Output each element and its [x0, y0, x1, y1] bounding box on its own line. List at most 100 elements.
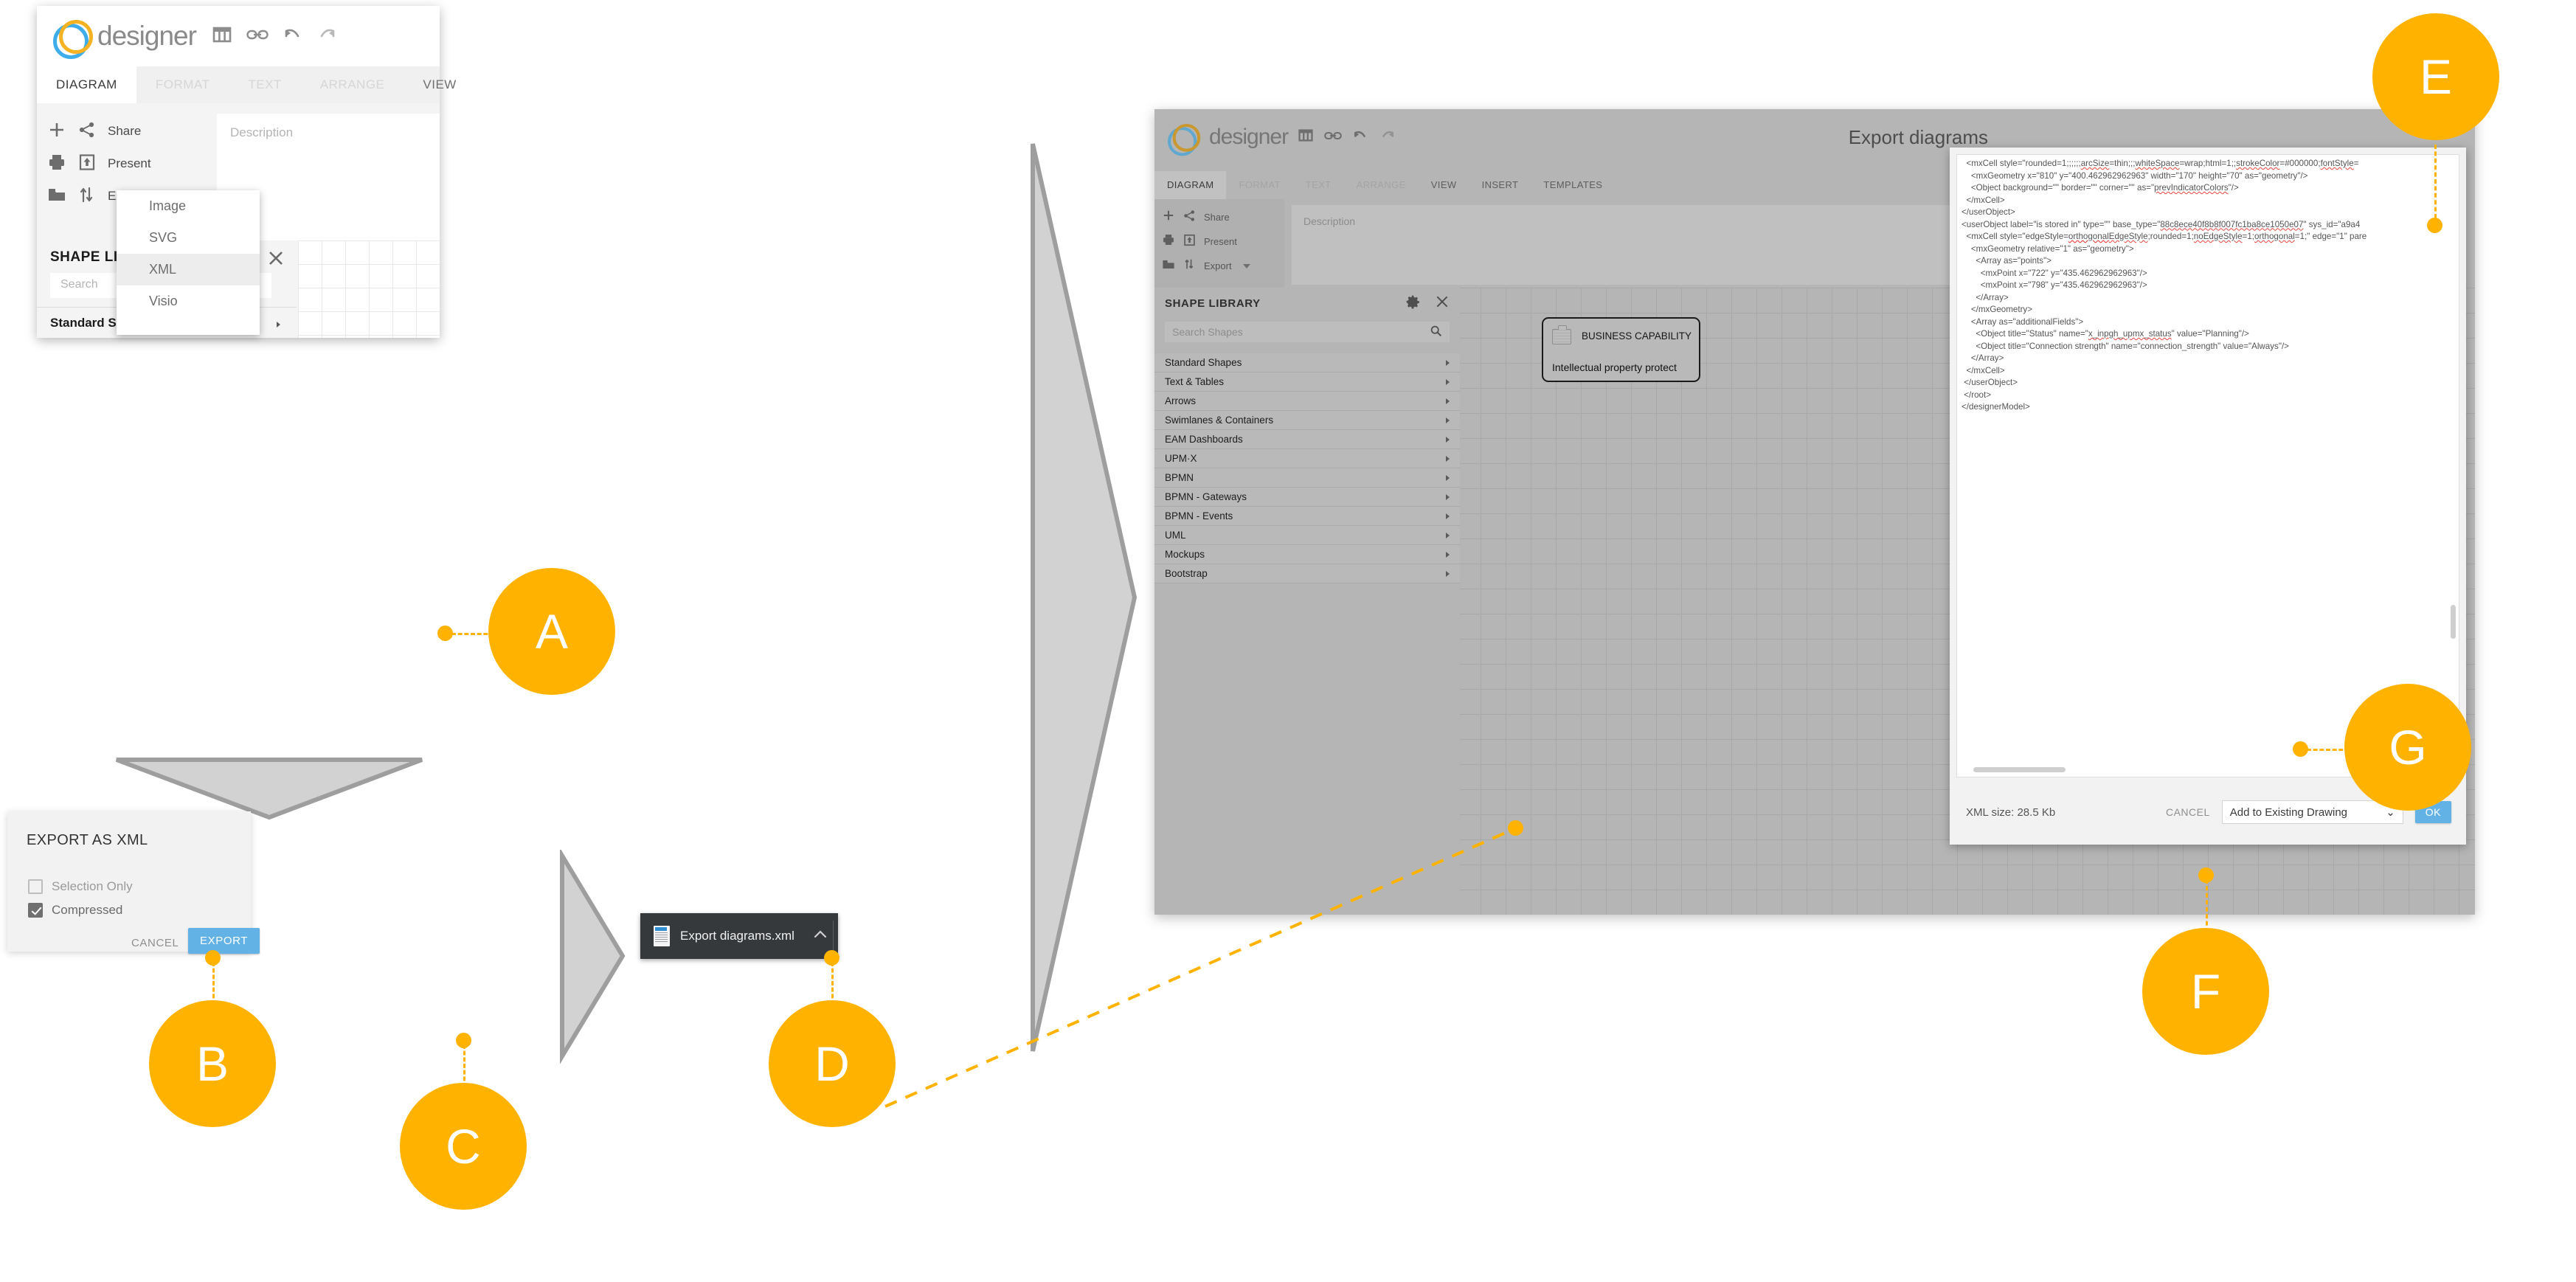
business-capability-node[interactable]: BUSINESS CAPABILITY Intellectual propert… — [1542, 317, 1700, 382]
gear-icon-right[interactable] — [1405, 294, 1420, 313]
brand-wordmark-right: designer — [1209, 125, 1288, 150]
shape-category-label: Swimlanes & Containers — [1165, 415, 1273, 426]
link-icon[interactable] — [246, 27, 269, 46]
shape-category-row[interactable]: UPM·X — [1154, 449, 1460, 468]
chevron-right-icon — [1446, 513, 1450, 519]
chevron-down-icon-right[interactable] — [1243, 264, 1250, 268]
undo-icon[interactable] — [283, 27, 302, 46]
export-dropdown-menu: Image SVG XML Visio — [117, 190, 260, 335]
chevron-up-icon[interactable] — [813, 929, 828, 943]
shape-category-row[interactable]: BPMN - Gateways — [1154, 488, 1460, 507]
present-icon-right — [1183, 234, 1196, 250]
link-icon-right[interactable] — [1324, 130, 1342, 145]
tab-format[interactable]: FORMAT — [136, 66, 229, 103]
tab-insert-right[interactable]: INSERT — [1469, 171, 1531, 199]
chevron-right-icon — [1446, 533, 1450, 538]
selection-only-checkbox[interactable] — [28, 879, 43, 894]
shape-category-row[interactable]: Standard Shapes — [1154, 353, 1460, 373]
menu-item-xml[interactable]: XML — [117, 254, 260, 285]
tool-present-right[interactable]: Present — [1154, 229, 1284, 254]
chevron-right-icon — [1446, 494, 1450, 500]
shape-library-title-right: SHAPE LIBRARY — [1165, 297, 1261, 310]
shape-category-label: UPM·X — [1165, 453, 1197, 464]
export-dialog-cancel-button[interactable]: CANCEL — [131, 937, 179, 949]
shape-category-label: Mockups — [1165, 549, 1205, 560]
shape-category-row[interactable]: UML — [1154, 526, 1460, 545]
tool-share-right[interactable]: Share — [1154, 205, 1284, 229]
marker-leader-f — [2206, 879, 2208, 932]
tab-arrange[interactable]: ARRANGE — [301, 66, 404, 103]
marker-f: F — [2142, 928, 2269, 1055]
shape-category-row[interactable]: Mockups — [1154, 545, 1460, 564]
shape-category-row[interactable]: EAM Dashboards — [1154, 430, 1460, 449]
shape-category-row[interactable]: BPMN — [1154, 468, 1460, 488]
shape-category-row[interactable]: Bootstrap — [1154, 564, 1460, 583]
tab-format-right[interactable]: FORMAT — [1226, 171, 1292, 199]
add-to-existing-drawing-select[interactable]: Add to Existing Drawing ⌄ — [2222, 800, 2403, 824]
tool-label-share-right: Share — [1204, 212, 1230, 223]
shape-category-row[interactable]: Swimlanes & Containers — [1154, 411, 1460, 430]
chevron-right-icon-left[interactable] — [277, 322, 280, 328]
tool-label-present: Present — [108, 156, 151, 171]
downloaded-file-bar[interactable]: Export diagrams.xml — [640, 913, 838, 959]
search-shapes-input[interactable]: Search Shapes — [1165, 322, 1450, 342]
menu-item-image[interactable]: Image — [117, 190, 260, 222]
close-icon-left[interactable] — [267, 249, 285, 271]
table-icon[interactable] — [212, 26, 232, 47]
undo-icon-right[interactable] — [1353, 129, 1368, 146]
tab-templates-right[interactable]: TEMPLATES — [1531, 171, 1615, 199]
chevron-right-icon — [1446, 552, 1450, 558]
marker-leader-b — [212, 962, 215, 1005]
tab-diagram-right[interactable]: DIAGRAM — [1154, 171, 1226, 199]
tab-diagram[interactable]: DIAGRAM — [37, 66, 136, 103]
shape-category-row[interactable]: Arrows — [1154, 392, 1460, 411]
description-field-right[interactable]: Description — [1292, 205, 2016, 285]
shape-category-row[interactable]: BPMN - Events — [1154, 507, 1460, 526]
xml-code-area[interactable]: <mxCell style="rounded=1;;;;;;arcSize=th… — [1956, 154, 2459, 777]
xml-dialog-cancel-button[interactable]: CANCEL — [2166, 806, 2210, 818]
folder-icon-right — [1162, 258, 1175, 274]
plus-icon-right — [1162, 209, 1175, 226]
xml-size-label: XML size: 28.5 Kb — [1966, 806, 2055, 819]
tab-text-right[interactable]: TEXT — [1293, 171, 1344, 199]
export-dialog-title: EXPORT AS XML — [27, 832, 148, 849]
shape-category-row[interactable]: Text & Tables — [1154, 373, 1460, 392]
header-icon-group — [212, 26, 336, 47]
close-icon-right[interactable] — [1435, 294, 1450, 313]
search-shapes-placeholder: Search Shapes — [1172, 326, 1243, 338]
tool-share[interactable]: Share — [37, 115, 208, 148]
menu-item-svg[interactable]: SVG — [117, 222, 260, 254]
marker-leader-g — [2307, 749, 2350, 751]
description-placeholder-left: Description — [230, 125, 293, 139]
brand-wordmark: designer — [97, 21, 196, 52]
diagram-tool-list-right: Share Present Export — [1154, 199, 1284, 288]
tab-view-right[interactable]: VIEW — [1419, 171, 1469, 199]
selection-only-row[interactable]: Selection Only — [28, 879, 133, 894]
compressed-checkbox[interactable] — [28, 903, 43, 918]
tool-present[interactable]: Present — [37, 148, 208, 180]
menu-item-visio[interactable]: Visio — [117, 285, 260, 317]
canvas-left[interactable] — [298, 240, 440, 338]
compressed-row[interactable]: Compressed — [28, 903, 122, 918]
export-button[interactable]: EXPORT — [188, 928, 260, 954]
briefcase-icon — [1552, 329, 1571, 344]
tab-arrange-right[interactable]: ARRANGE — [1344, 171, 1419, 199]
tab-text[interactable]: TEXT — [229, 66, 300, 103]
business-capability-title: BUSINESS CAPABILITY — [1582, 330, 1692, 342]
redo-icon[interactable] — [317, 27, 336, 46]
xml-vertical-scrollbar[interactable] — [2451, 605, 2456, 639]
tool-export-right[interactable]: Export — [1154, 254, 1284, 278]
shape-category-label: BPMN — [1165, 472, 1194, 483]
marker-anchor-d-canvas — [1508, 820, 1523, 836]
tab-view[interactable]: VIEW — [404, 66, 475, 103]
designer-logo — [53, 19, 87, 53]
xml-horizontal-scrollbar[interactable] — [1973, 767, 2066, 772]
marker-b: B — [149, 1000, 276, 1127]
marker-anchor-a — [437, 626, 453, 641]
search-icon[interactable] — [1430, 325, 1442, 339]
chevron-right-icon — [1446, 437, 1450, 443]
shape-category-label: Standard Shapes — [1165, 357, 1242, 368]
add-to-existing-drawing-value: Add to Existing Drawing — [2230, 806, 2347, 819]
redo-icon-right[interactable] — [1379, 129, 1395, 146]
table-icon-right[interactable] — [1298, 128, 1313, 146]
